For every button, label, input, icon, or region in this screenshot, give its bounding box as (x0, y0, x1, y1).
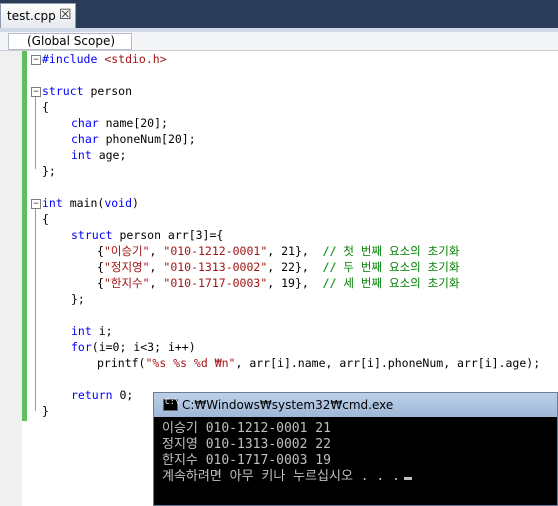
scope-dropdown[interactable]: (Global Scope) (8, 33, 133, 50)
code-line: printf("%s %s %d ₩n", arr[i].name, arr[i… (97, 356, 541, 370)
editor-margin (0, 51, 22, 506)
code-line: char phoneNum[20]; (71, 132, 196, 146)
console-output: 이승기 010-1212-0001 21 정지영 010-1313-0002 2… (162, 421, 412, 485)
tab-test-cpp[interactable]: test.cpp ☒ (0, 3, 76, 28)
code-line: int age; (71, 148, 127, 162)
code-line: }; (42, 164, 56, 178)
tab-label: test.cpp (7, 9, 56, 23)
close-tab-icon[interactable]: ☒ (59, 7, 72, 23)
code-line: {"한지수", "010-1717-0003", 19}, // 세 번째 요소… (97, 276, 460, 290)
code-line: struct person (42, 84, 133, 98)
console-cursor (403, 477, 412, 480)
code-line: }; (71, 292, 85, 306)
console-line: 이승기 010-1212-0001 21 (162, 421, 331, 436)
console-line: 계속하려면 아무 키나 누르십시오 . . . (162, 469, 412, 485)
code-line: int i; (71, 324, 113, 338)
code-line: return 0; (71, 388, 134, 402)
console-title-bar[interactable]: C:\ C:₩Windows₩system32₩cmd.exe (154, 393, 557, 417)
code-line: for(i=0; i<3; i++) (71, 340, 196, 354)
code-line: {"이승기", "010-1212-0001", 21}, // 첫 번째 요소… (97, 244, 460, 258)
code-line: struct person arr[3]={ (71, 228, 224, 242)
console-window[interactable]: C:\ C:₩Windows₩system32₩cmd.exe 이승기 010-… (153, 392, 558, 506)
code-line: { (42, 212, 49, 226)
code-line: #include <stdio.h> (42, 52, 167, 66)
code-line: int main(void) (42, 196, 139, 210)
scope-bar: (Global Scope) (0, 32, 558, 51)
code-line: { (42, 100, 49, 114)
document-tab-bar: test.cpp ☒ (0, 0, 558, 28)
console-line: 정지영 010-1313-0002 22 (162, 437, 331, 452)
cmd-icon: C:\ (163, 397, 179, 411)
code-line: char name[20]; (71, 116, 168, 130)
code-line: } (42, 404, 49, 418)
console-title: C:₩Windows₩system32₩cmd.exe (182, 398, 394, 412)
console-line: 한지수 010-1717-0003 19 (162, 453, 331, 468)
code-line: {"정지영", "010-1313-0002", 22}, // 두 번째 요소… (97, 260, 460, 274)
